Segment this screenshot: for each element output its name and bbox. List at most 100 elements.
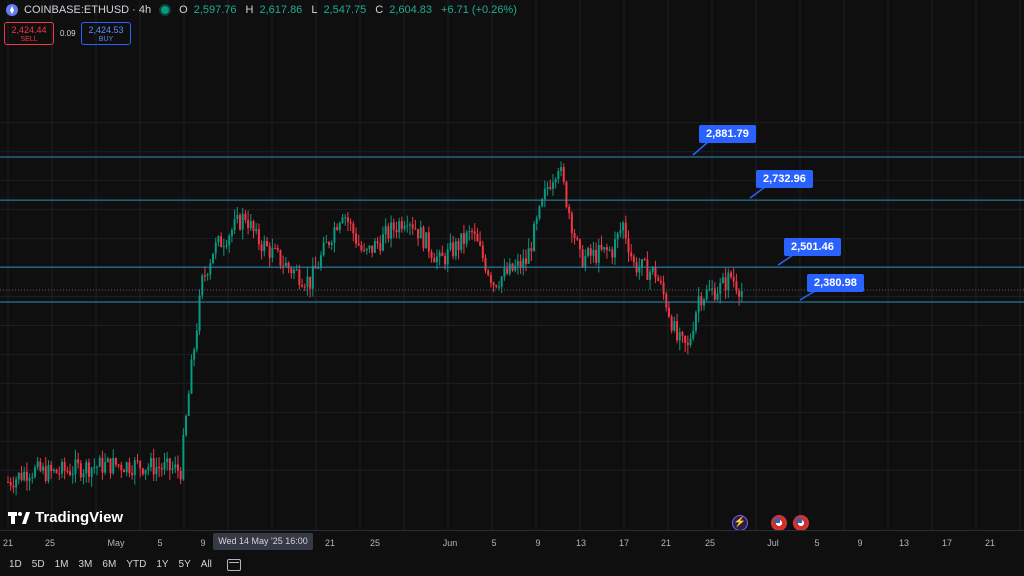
price-chart[interactable] [0,0,1024,530]
candle-down [568,206,571,214]
candle-up [284,262,287,266]
buy-button[interactable]: 2,424.53 BUY [81,22,131,45]
time-axis-tick: 9 [857,538,863,548]
market-open-icon [161,6,170,14]
timeframe-3m[interactable]: 3M [74,555,98,575]
candle-up [449,242,452,250]
spread-value: 0.09 [60,29,76,38]
candle-up [163,462,166,470]
candle-down [239,215,242,230]
candle-down [433,257,436,263]
candle-up [71,473,74,476]
timeframe-toolbar: 1D 5D 1M 3M 6M YTD 1Y 5Y All [0,554,1024,576]
candle-up [554,179,557,183]
timeframe-1y[interactable]: 1Y [151,555,173,575]
time-axis-tick: 13 [898,538,910,548]
candle-down [101,457,104,473]
us-event-flag-icon[interactable] [771,515,787,531]
candle-up [508,263,511,274]
candle-up [622,222,625,231]
candle-down [492,282,495,286]
tradingview-mark-icon [8,511,30,524]
timeframe-1d[interactable]: 1D [4,555,27,575]
candle-down [7,481,9,483]
timeframe-ytd[interactable]: YTD [121,555,151,575]
level-label-2732[interactable]: 2,732.96 [756,170,813,188]
candle-up [460,233,463,250]
candle-down [123,470,126,473]
candle-down [247,219,250,229]
time-axis-tick: 5 [814,538,820,548]
candle-up [263,240,266,252]
candle-up [584,255,587,267]
timeframe-6m[interactable]: 6M [97,555,121,575]
symbol-title[interactable]: COINBASE:ETHUSD · 4h [24,4,151,16]
ohlc-open-value: 2,597.76 [193,4,237,16]
candle-up [106,458,109,463]
candle-down [646,259,649,280]
candle-down [573,233,576,238]
candle-down [349,222,352,224]
candle-up [31,476,34,478]
candle-up [147,467,150,470]
level-label-2380[interactable]: 2,380.98 [807,274,864,292]
candle-down [55,469,58,474]
candle-down [69,471,72,476]
candle-up [435,256,438,263]
candle-up [527,248,530,264]
candle-up [711,288,714,290]
candle-up [271,247,274,258]
candle-up [85,462,88,474]
candle-up [522,258,525,269]
candle-up [230,230,233,236]
candle-up [60,461,63,474]
candle-up [249,221,252,229]
candle-up [597,245,600,263]
candle-down [352,223,355,234]
candle-up [306,276,309,287]
candle-down [444,255,447,265]
crosshair-time-label: Wed 14 May '25 16:00 [213,533,313,550]
candle-down [220,236,223,248]
candle-down [659,280,662,283]
event-bolt-icon[interactable]: ⚡ [732,515,748,531]
candle-up [317,267,320,269]
candle-down [686,342,689,345]
candle-up [198,295,201,331]
candle-up [514,265,517,271]
timeframe-all[interactable]: All [196,555,217,575]
date-range-calendar-icon[interactable] [226,559,241,571]
candle-up [503,268,506,277]
candle-down [627,238,630,253]
ohlc-low-value: 2,547.75 [323,4,367,16]
level-callout-stem [749,186,766,199]
ethereum-icon [6,4,18,16]
candle-down [158,466,161,469]
candle-up [716,293,719,300]
candle-up [225,245,228,247]
candle-up [42,466,45,471]
candle-up [419,227,422,239]
candle-down [12,485,15,488]
timeframe-5y[interactable]: 5Y [174,555,196,575]
candle-down [131,472,134,476]
time-axis[interactable]: 2125May5913172125Jun5913172125Jul5913172… [0,530,1024,552]
candle-up [498,286,500,288]
candle-up [390,222,393,239]
candle-up [185,415,188,435]
buy-label: BUY [98,36,114,43]
level-label-2501[interactable]: 2,501.46 [784,238,841,256]
sell-button[interactable]: 2,424.44 SELL [4,22,54,45]
candle-down [276,248,279,251]
candle-up [721,277,724,284]
candle-down [730,272,733,278]
candle-down [77,459,80,464]
timeframe-1m[interactable]: 1M [50,555,74,575]
us-event-flag-icon[interactable] [793,515,809,531]
timeframe-5d[interactable]: 5D [27,555,50,575]
candle-down [395,229,398,233]
candle-down [654,267,657,278]
candle-down [66,470,69,472]
candle-up [90,467,93,477]
level-label-2881[interactable]: 2,881.79 [699,125,756,143]
